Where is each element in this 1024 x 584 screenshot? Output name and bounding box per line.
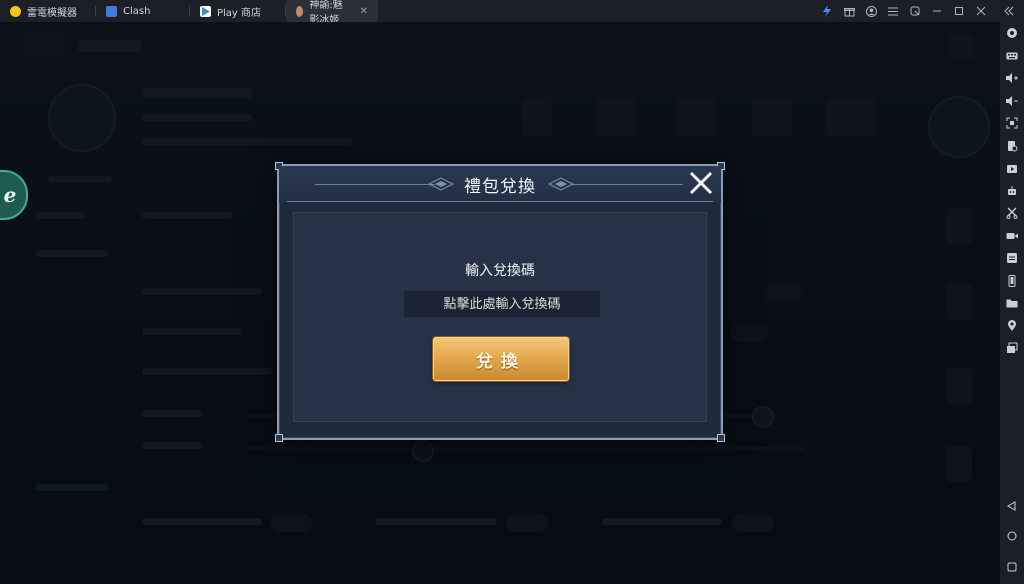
- android-nav: [1000, 495, 1024, 579]
- location-icon[interactable]: [1000, 315, 1024, 338]
- home-icon[interactable]: [1000, 525, 1024, 548]
- close-icon[interactable]: [970, 0, 992, 22]
- tab-clash[interactable]: Clash: [96, 0, 190, 22]
- boost-icon[interactable]: [816, 0, 838, 22]
- header-ornament-line: [571, 184, 683, 185]
- corner-ornament: [275, 434, 283, 442]
- window-titlebar: 雷電模擬器 Clash Play 商店 神諭:魅影冰姬 ✕: [0, 0, 1024, 26]
- back-icon[interactable]: [1000, 495, 1024, 518]
- volume-up-icon[interactable]: [1000, 67, 1024, 90]
- clash-app-icon: [106, 5, 117, 17]
- redeem-button-label: 兌換: [476, 351, 526, 372]
- restore-icon[interactable]: [904, 0, 926, 22]
- account-icon[interactable]: [860, 0, 882, 22]
- play-store-icon: [200, 5, 211, 17]
- settings-icon[interactable]: [1000, 22, 1024, 45]
- window-controls: [816, 0, 1024, 22]
- collapse-sidebar-icon[interactable]: [998, 0, 1020, 22]
- scissors-icon[interactable]: [1000, 202, 1024, 225]
- rotate-icon[interactable]: [1000, 270, 1024, 293]
- tab-close-icon[interactable]: ✕: [360, 6, 368, 17]
- folder-icon[interactable]: [1000, 292, 1024, 315]
- keyboard-icon[interactable]: [1000, 45, 1024, 68]
- tab-label: Clash: [123, 5, 151, 17]
- gift-redeem-dialog: 禮包兌換 輸入兌換碼 兌換: [275, 162, 725, 442]
- redeem-button[interactable]: 兌換: [433, 337, 569, 381]
- close-x-icon: [689, 171, 713, 195]
- shake-icon[interactable]: [1000, 135, 1024, 158]
- header-divider: [287, 201, 713, 202]
- apk-install-icon[interactable]: [1000, 157, 1024, 180]
- dialog-body: 輸入兌換碼 兌換: [293, 212, 707, 422]
- maximize-icon[interactable]: [948, 0, 970, 22]
- recent-apps-icon[interactable]: [1000, 556, 1024, 579]
- sync-icon[interactable]: [1000, 247, 1024, 270]
- minimize-icon[interactable]: [926, 0, 948, 22]
- dialog-header: 禮包兌換: [279, 166, 721, 202]
- menu-icon[interactable]: [882, 0, 904, 22]
- redeem-code-input[interactable]: [404, 291, 600, 317]
- tab-game[interactable]: 神諭:魅影冰姬 ✕: [286, 0, 378, 26]
- tab-play-store[interactable]: Play 商店: [190, 0, 286, 22]
- volume-down-icon[interactable]: [1000, 90, 1024, 113]
- close-dialog-button[interactable]: [687, 169, 715, 197]
- emulator-toolbar: [1000, 22, 1024, 584]
- record-icon[interactable]: [1000, 225, 1024, 248]
- tab-label: 雷電模擬器: [27, 7, 77, 19]
- redeem-code-label: 輸入兌換碼: [465, 263, 535, 279]
- corner-ornament: [717, 434, 725, 442]
- game-app-icon: [296, 5, 304, 17]
- ldplayer-logo-icon: [10, 5, 21, 17]
- tab-ldplayer[interactable]: 雷電模擬器: [0, 0, 96, 22]
- screenshot-icon[interactable]: [1000, 112, 1024, 135]
- gift-icon[interactable]: [838, 0, 860, 22]
- multi-instance-icon[interactable]: [1000, 337, 1024, 360]
- tab-label: Play 商店: [217, 7, 262, 19]
- robot-icon[interactable]: [1000, 180, 1024, 203]
